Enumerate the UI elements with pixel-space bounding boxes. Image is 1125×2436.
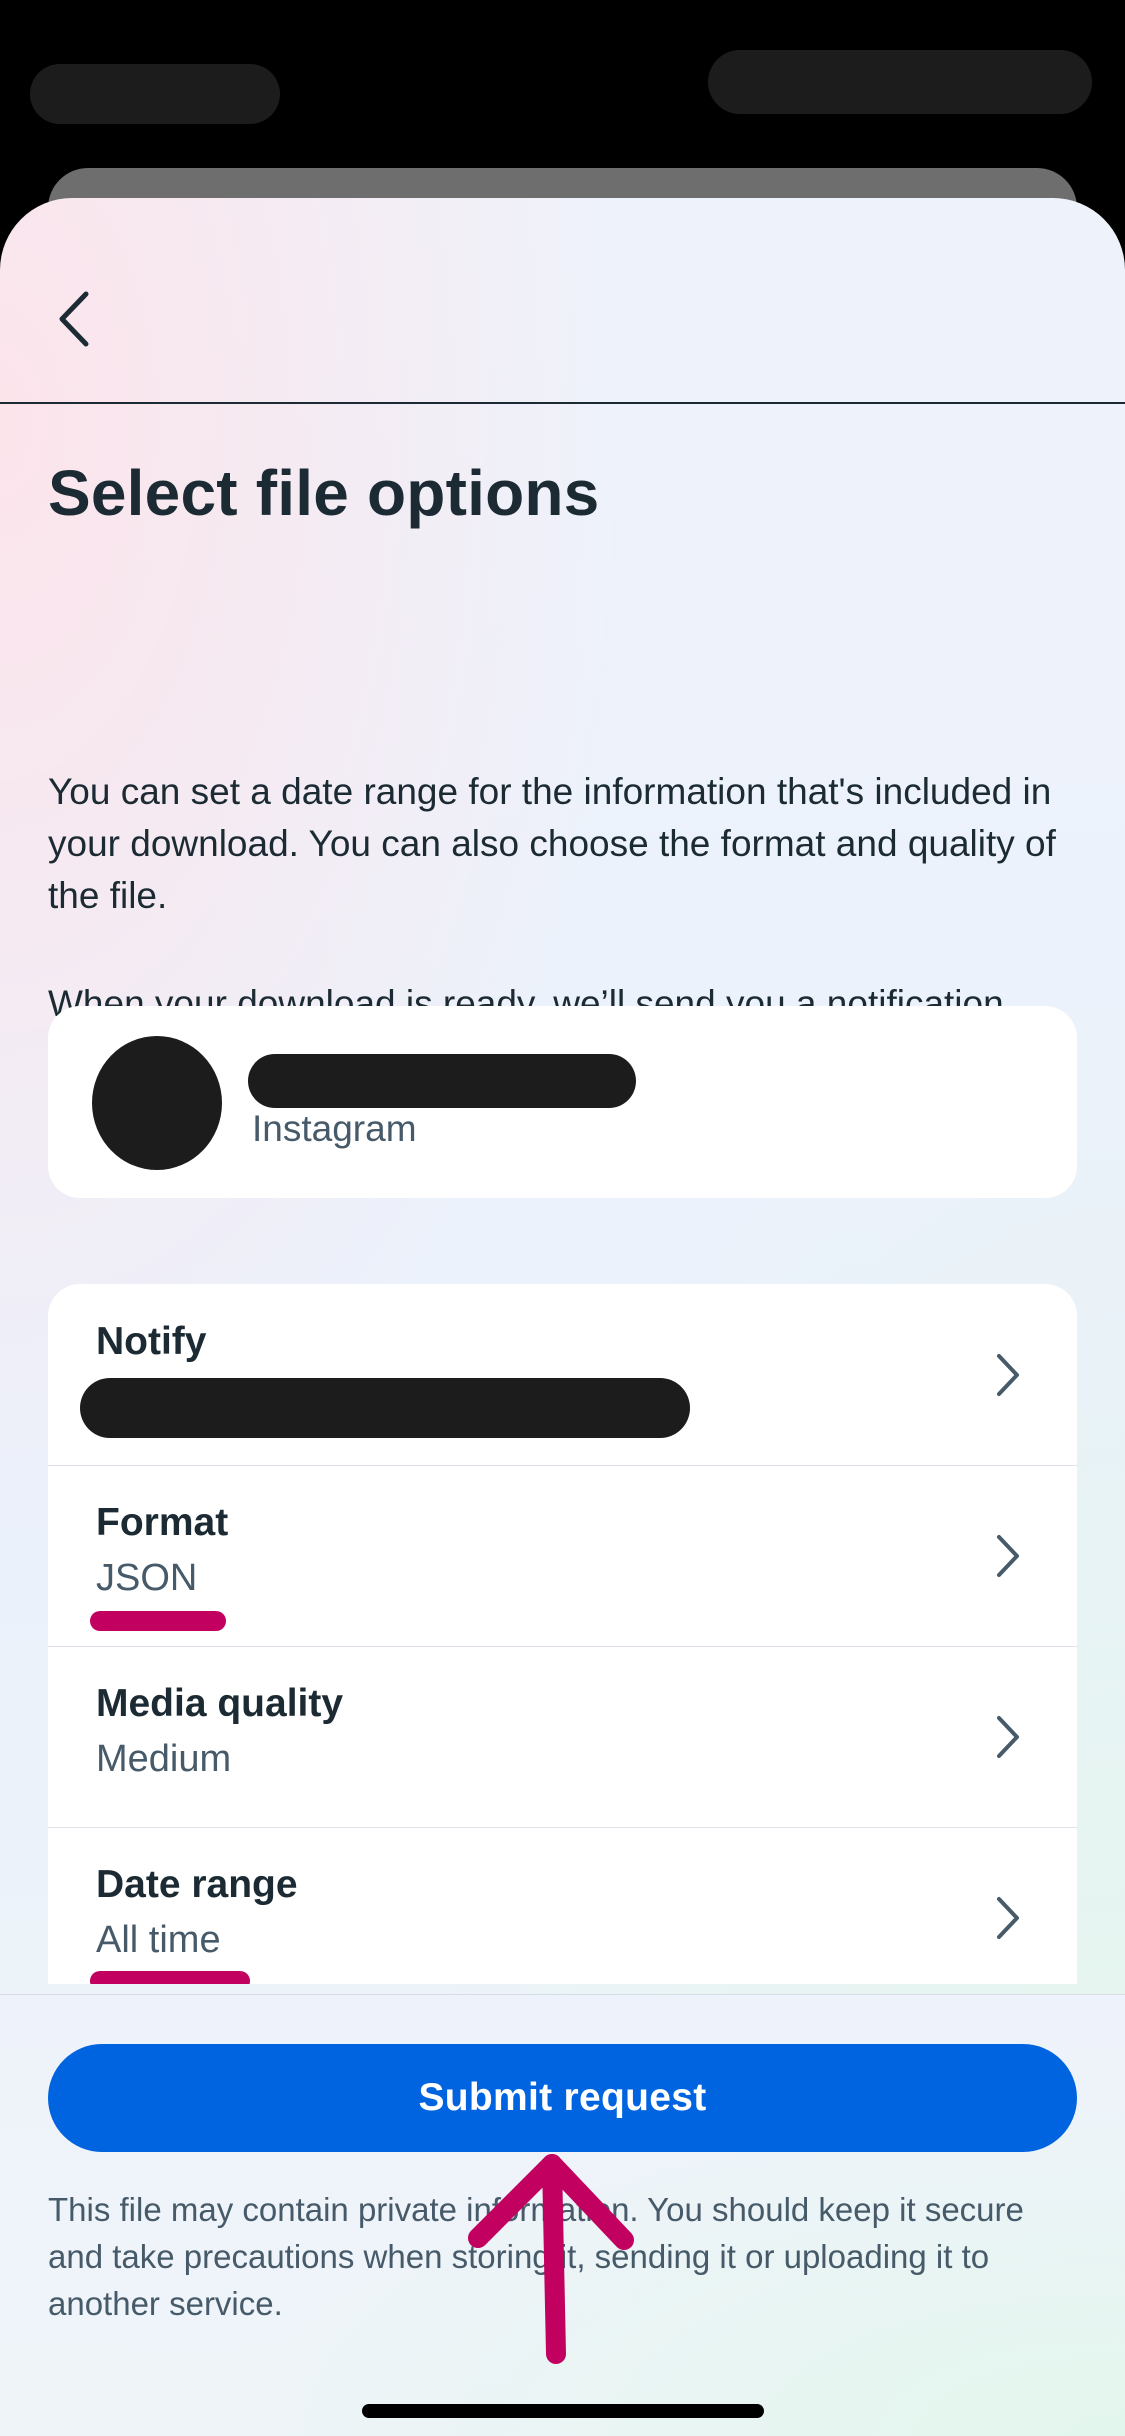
nav-bar [0,198,1125,404]
home-indicator [362,2404,764,2418]
chevron-right-icon [997,1354,1019,1396]
status-bar [0,0,1125,168]
avatar [92,1036,222,1170]
annotation-underline [90,1971,250,1984]
account-card: Instagram [48,1006,1077,1198]
redacted-account-name [248,1054,636,1108]
chevron-right-icon [997,1897,1019,1939]
option-label: Format [96,1501,229,1544]
option-date-range[interactable]: Date range All time [48,1827,1077,1984]
option-value: Medium [96,1738,232,1780]
option-label: Date range [96,1863,298,1906]
option-value: JSON [96,1557,198,1599]
annotation-underline [90,1611,226,1631]
chevron-right-icon [997,1716,1019,1758]
privacy-disclaimer: This file may contain private informatio… [48,2191,1024,2322]
redacted-notify-value [80,1378,690,1438]
options-list: Notify Format JSON Media quality Medium … [48,1284,1077,1984]
submit-request-button[interactable]: Submit request [48,2044,1077,2152]
page-title: Select file options [48,457,600,529]
file-options-sheet: Select file options You can set a date r… [0,198,1125,2436]
option-notify[interactable]: Notify [48,1284,1077,1466]
option-media-quality[interactable]: Media quality Medium [48,1646,1077,1828]
option-label: Notify [96,1320,207,1363]
description-date-range: You can set a date range for the informa… [48,771,1056,916]
redacted-time [30,64,280,124]
back-button[interactable] [44,283,104,355]
redacted-status-icons [708,50,1092,114]
account-platform: Instagram [252,1108,417,1149]
chevron-left-icon [59,291,89,347]
chevron-right-icon [997,1535,1019,1577]
option-label: Media quality [96,1682,344,1725]
option-value: All time [96,1919,221,1961]
option-format[interactable]: Format JSON [48,1465,1077,1647]
